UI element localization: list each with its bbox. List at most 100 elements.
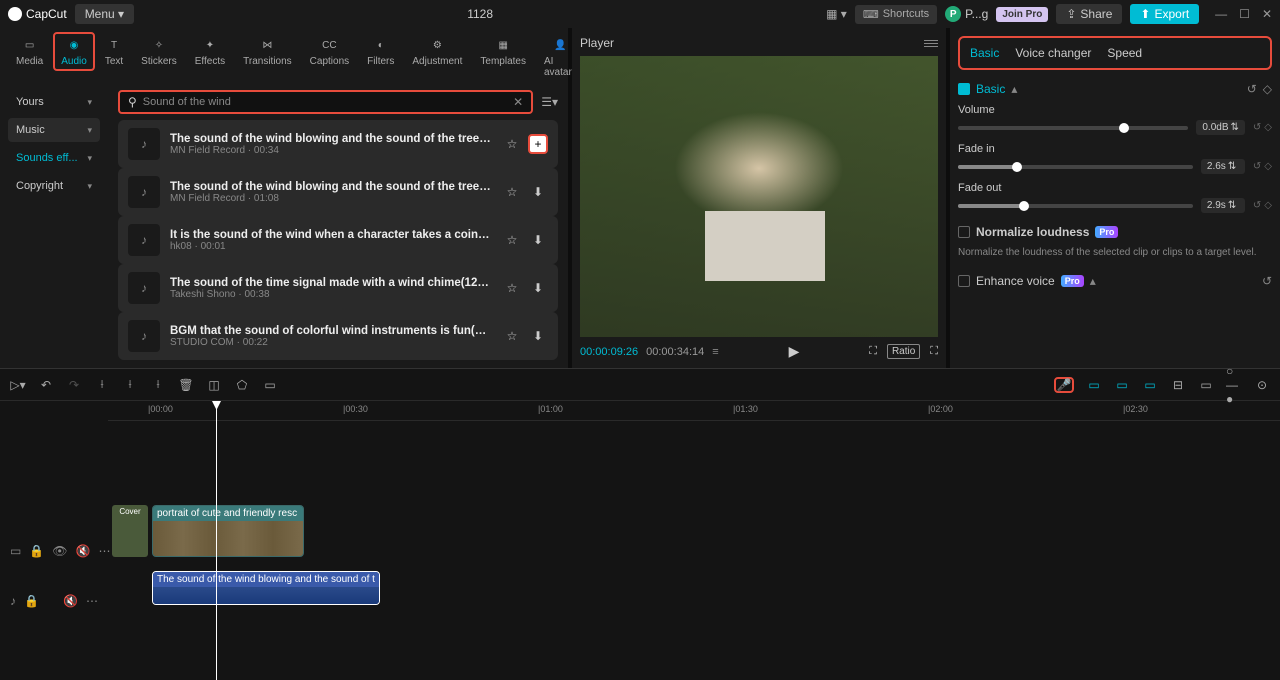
normalize-checkbox[interactable] bbox=[958, 226, 970, 238]
user-badge[interactable]: P P...g bbox=[945, 6, 988, 22]
favorite-icon[interactable]: ☆ bbox=[502, 326, 522, 346]
undo-icon[interactable]: ↺ bbox=[1247, 82, 1257, 96]
favorite-icon[interactable]: ☆ bbox=[502, 182, 522, 202]
add-button[interactable]: + bbox=[528, 134, 548, 154]
list-icon[interactable]: ≡ bbox=[712, 346, 718, 358]
link-icon[interactable]: ▭ bbox=[1114, 377, 1130, 393]
tab-media[interactable]: ▭Media bbox=[8, 32, 51, 71]
cover-icon[interactable]: ▭ bbox=[10, 544, 21, 558]
track-icon[interactable]: ▭ bbox=[1198, 377, 1214, 393]
download-icon[interactable]: ⬇ bbox=[528, 278, 548, 298]
download-icon[interactable]: ⬇ bbox=[528, 182, 548, 202]
undo-icon[interactable]: ↶ bbox=[38, 377, 54, 393]
favorite-icon[interactable]: ☆ bbox=[502, 278, 522, 298]
inspector-tab-voice-changer[interactable]: Voice changer bbox=[1015, 46, 1091, 60]
category-copyright[interactable]: Copyright▾ bbox=[8, 174, 100, 198]
close-button[interactable]: ✕ bbox=[1262, 7, 1272, 21]
crop-icon[interactable]: ◫ bbox=[206, 377, 222, 393]
lock-icon[interactable]: 🔒 bbox=[24, 594, 39, 608]
filter-icon[interactable]: ☰▾ bbox=[541, 95, 558, 109]
caption-icon[interactable]: ▭ bbox=[262, 377, 278, 393]
zoom-slider-icon[interactable]: ○—● bbox=[1226, 377, 1242, 393]
category-sounds-eff-[interactable]: Sounds eff...▾ bbox=[8, 146, 100, 170]
export-button[interactable]: ⬆ Export bbox=[1130, 4, 1199, 24]
more-icon[interactable]: ⋯ bbox=[86, 594, 98, 608]
fadein-slider[interactable] bbox=[958, 165, 1193, 169]
tab-transitions[interactable]: ⋈Transitions bbox=[235, 32, 300, 71]
cover-thumb[interactable]: Cover bbox=[112, 505, 148, 557]
tab-templates[interactable]: ▦Templates bbox=[472, 32, 534, 71]
fadeout-slider[interactable] bbox=[958, 204, 1193, 208]
delete-icon[interactable]: 🗑 bbox=[178, 377, 194, 393]
mute-icon[interactable]: 🔇 bbox=[63, 594, 78, 608]
sound-result[interactable]: ♪The sound of the wind blowing and the s… bbox=[118, 120, 558, 168]
play-button[interactable]: ▶ bbox=[789, 343, 800, 360]
lock-icon[interactable]: 🔒 bbox=[29, 544, 44, 558]
fadeout-value[interactable]: 2.9s ⇅ bbox=[1201, 198, 1245, 213]
enhance-checkbox[interactable] bbox=[958, 275, 970, 287]
volume-slider[interactable] bbox=[958, 126, 1188, 130]
sound-result[interactable]: ♪The sound of the wind blowing and the s… bbox=[118, 168, 558, 216]
share-button[interactable]: ⇪ Share bbox=[1056, 4, 1122, 24]
tab-stickers[interactable]: ✧Stickers bbox=[133, 32, 185, 71]
shortcuts-button[interactable]: ⌨ Shortcuts bbox=[855, 5, 937, 24]
clear-search-icon[interactable]: ✕ bbox=[513, 95, 523, 109]
record-mic-icon[interactable]: 🎤 bbox=[1054, 377, 1074, 393]
tab-adjustment[interactable]: ⚙Adjustment bbox=[404, 32, 470, 71]
layout-icon[interactable]: ▦ ▾ bbox=[826, 7, 847, 21]
fadein-value[interactable]: 2.6s ⇅ bbox=[1201, 159, 1245, 174]
kf-reset-icon[interactable]: ↺ bbox=[1253, 122, 1261, 133]
split-icon[interactable]: ⟊ bbox=[94, 377, 110, 393]
inspector-tab-speed[interactable]: Speed bbox=[1107, 46, 1142, 60]
sound-result[interactable]: ♪It is the sound of the wind when a char… bbox=[118, 216, 558, 264]
section-toggle[interactable] bbox=[958, 83, 970, 95]
pointer-tool-icon[interactable]: ▷▾ bbox=[10, 377, 26, 393]
track-lanes[interactable]: |00:00|00:30|01:00|01:30|02:00|02:30 Cov… bbox=[108, 401, 1280, 680]
collapse-icon[interactable]: ▴ bbox=[1011, 82, 1017, 96]
video-preview[interactable] bbox=[580, 56, 938, 337]
search-input[interactable] bbox=[143, 96, 507, 108]
kf-diamond-icon[interactable]: ◇ bbox=[1264, 122, 1272, 133]
fit-icon[interactable]: ⊙ bbox=[1254, 377, 1270, 393]
search-box[interactable]: ⚲ ✕ bbox=[118, 90, 533, 114]
redo-icon[interactable]: ↷ bbox=[66, 377, 82, 393]
tab-captions[interactable]: CCCaptions bbox=[302, 32, 357, 71]
favorite-icon[interactable]: ☆ bbox=[502, 230, 522, 250]
magnet-icon[interactable]: ▭ bbox=[1086, 377, 1102, 393]
split-right-icon[interactable]: ⟊ bbox=[150, 377, 166, 393]
player-menu-icon[interactable] bbox=[924, 40, 938, 47]
time-ruler[interactable]: |00:00|00:30|01:00|01:30|02:00|02:30 bbox=[108, 401, 1280, 421]
minimize-button[interactable]: — bbox=[1215, 7, 1227, 21]
category-music[interactable]: Music▾ bbox=[8, 118, 100, 142]
audio-clip[interactable]: The sound of the wind blowing and the so… bbox=[152, 571, 380, 605]
eye-icon[interactable]: 👁 bbox=[52, 544, 67, 558]
maximize-button[interactable]: ☐ bbox=[1239, 7, 1250, 21]
sound-result[interactable]: ♪BGM that the sound of colorful wind ins… bbox=[118, 312, 558, 360]
volume-value[interactable]: 0.0dB ⇅ bbox=[1196, 120, 1245, 135]
reset-icon[interactable]: ↺ bbox=[1262, 274, 1272, 288]
tab-effects[interactable]: ✦Effects bbox=[187, 32, 233, 71]
inspector-tab-basic[interactable]: Basic bbox=[970, 46, 999, 60]
mute-icon[interactable]: 🔇 bbox=[76, 544, 91, 558]
snap-icon[interactable]: ▭ bbox=[1142, 377, 1158, 393]
ratio-button[interactable]: Ratio bbox=[887, 344, 920, 359]
video-clip[interactable]: portrait of cute and friendly resc bbox=[152, 505, 304, 557]
favorite-icon[interactable]: ☆ bbox=[502, 134, 522, 154]
scale-icon[interactable]: ⛶ bbox=[869, 345, 877, 358]
sound-result[interactable]: ♪The sound of the time signal made with … bbox=[118, 264, 558, 312]
tab-text[interactable]: TText bbox=[97, 32, 131, 71]
audio-icon[interactable]: ♪ bbox=[10, 594, 16, 608]
fullscreen-icon[interactable]: ⛶ bbox=[930, 345, 938, 358]
playhead[interactable] bbox=[216, 401, 217, 680]
keyframe-icon[interactable]: ◇ bbox=[1263, 82, 1272, 96]
marker-icon[interactable]: ⬠ bbox=[234, 377, 250, 393]
join-pro-button[interactable]: Join Pro bbox=[996, 7, 1048, 22]
tab-filters[interactable]: ◐Filters bbox=[359, 32, 402, 71]
expand-icon[interactable]: ▴ bbox=[1090, 274, 1096, 288]
tab-audio[interactable]: ◉Audio bbox=[53, 32, 95, 71]
download-icon[interactable]: ⬇ bbox=[528, 230, 548, 250]
split-left-icon[interactable]: ⟊ bbox=[122, 377, 138, 393]
download-icon[interactable]: ⬇ bbox=[528, 326, 548, 346]
menu-button[interactable]: Menu ▾ bbox=[75, 4, 134, 24]
category-yours[interactable]: Yours▾ bbox=[8, 90, 100, 114]
